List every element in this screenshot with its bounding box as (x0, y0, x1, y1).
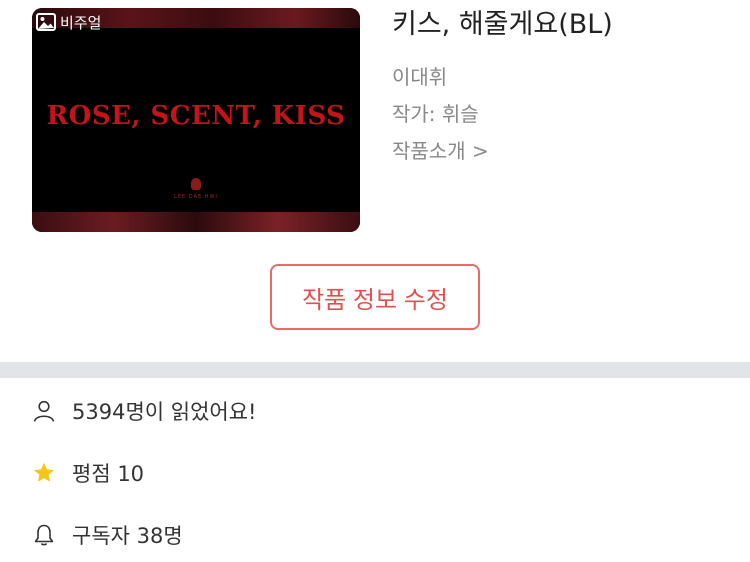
work-intro-link[interactable]: 작품소개 > (392, 139, 489, 163)
section-divider (0, 362, 750, 378)
work-artist[interactable]: 작가: 휘슬 (392, 102, 479, 126)
work-info: 키스, 해줄게요(BL) 이대휘 작가: 휘슬 작품소개 > (392, 8, 613, 163)
work-title: 키스, 해줄게요(BL) (392, 9, 613, 40)
cover-art-title: ROSE, SCENT, KISS (46, 101, 346, 131)
readers-row: 5394명이 읽었어요! (32, 396, 256, 426)
work-author[interactable]: 이대휘 (392, 65, 447, 89)
cover-image[interactable]: ROSE, SCENT, KISS LEE DAE HWI 비주얼 (32, 8, 360, 232)
bell-icon (32, 523, 56, 547)
cover-bottom-band (32, 212, 360, 232)
readers-count: 5394명이 읽었어요! (72, 400, 257, 424)
person-icon (32, 399, 56, 423)
visual-badge-label: 비주얼 (60, 13, 102, 32)
cover-art-subtext: LEE DAE HWI (174, 194, 218, 200)
cover-emblem (191, 178, 201, 190)
rating-row: 평점 10 (32, 458, 144, 488)
subscribers-count: 구독자 38명 (72, 524, 183, 548)
visual-badge: 비주얼 (36, 12, 101, 32)
subscribers-row: 구독자 38명 (32, 520, 183, 550)
image-icon (36, 13, 56, 31)
rating-value: 평점 10 (72, 462, 145, 486)
edit-work-info-button[interactable]: 작품 정보 수정 (270, 264, 480, 330)
star-icon (32, 461, 56, 485)
